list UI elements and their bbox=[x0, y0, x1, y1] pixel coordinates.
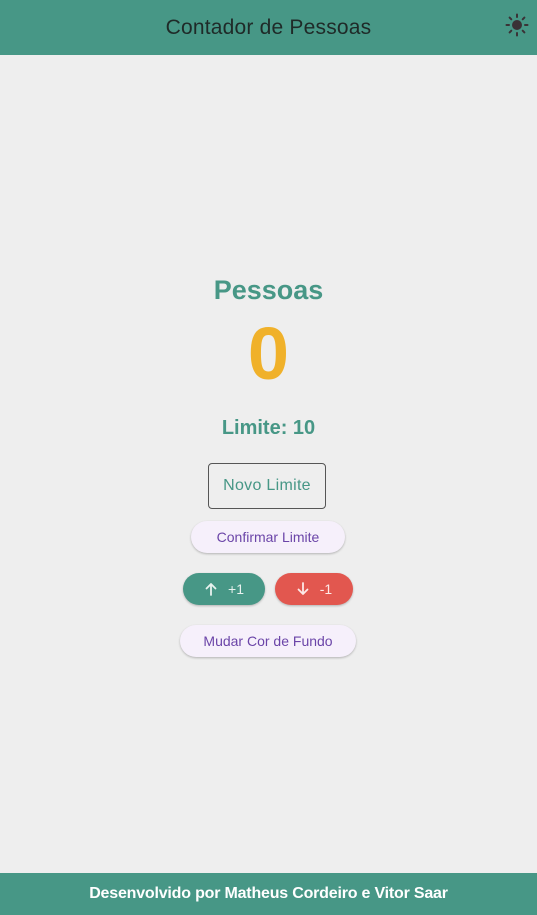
decrement-button[interactable]: -1 bbox=[275, 573, 353, 605]
app-root: Contador de Pessoas Pessoas 0 Limite: 10… bbox=[0, 0, 537, 915]
people-label: Pessoas bbox=[213, 275, 324, 305]
increment-button[interactable]: +1 bbox=[183, 573, 265, 605]
arrow-up-icon bbox=[204, 582, 218, 596]
footer-credits: Desenvolvido por Matheus Cordeiro e Vito… bbox=[89, 885, 448, 902]
people-counter: 0 bbox=[247, 312, 290, 395]
decrement-label: -1 bbox=[319, 581, 333, 597]
new-limit-input[interactable] bbox=[208, 463, 326, 509]
change-background-label: Mudar Cor de Fundo bbox=[203, 633, 333, 649]
theme-toggle-button[interactable] bbox=[503, 13, 531, 41]
main-content: Pessoas 0 Limite: 10 Confirmar Limite +1… bbox=[0, 55, 537, 873]
confirm-limit-label: Confirmar Limite bbox=[216, 529, 320, 545]
increment-label: +1 bbox=[228, 581, 244, 597]
limit-display: Limite: 10 bbox=[221, 417, 316, 439]
app-title: Contador de Pessoas bbox=[165, 15, 372, 39]
confirm-limit-button[interactable]: Confirmar Limite bbox=[191, 521, 345, 553]
footer: Desenvolvido por Matheus Cordeiro e Vito… bbox=[0, 873, 537, 915]
app-bar: Contador de Pessoas bbox=[0, 0, 537, 55]
arrow-down-icon bbox=[296, 582, 310, 596]
change-background-button[interactable]: Mudar Cor de Fundo bbox=[180, 625, 356, 657]
sun-icon bbox=[505, 13, 529, 42]
